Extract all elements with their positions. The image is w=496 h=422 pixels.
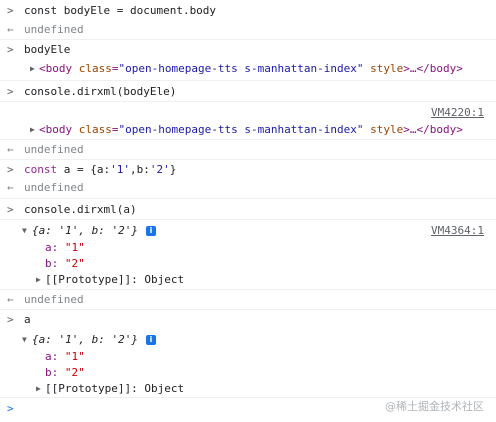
- result-arrow-icon: ←: [7, 181, 14, 194]
- code-string: '1': [110, 163, 130, 176]
- console-result-row: ← undefined: [0, 179, 496, 198]
- input-code[interactable]: bodyEle: [24, 43, 70, 57]
- console-prompt-row[interactable]: > @稀土掘金技术社区: [0, 397, 496, 422]
- attr-eq: =: [111, 62, 119, 75]
- prompt-icon: >: [7, 402, 14, 415]
- attr-value: "open-homepage-tts s-manhattan-index": [118, 123, 364, 136]
- input-code[interactable]: a: [24, 313, 31, 327]
- property-row: a: "1": [45, 241, 85, 255]
- prompt-icon: >: [7, 4, 14, 17]
- result-value: undefined: [24, 143, 84, 156]
- code-text: a = {a:: [57, 163, 111, 176]
- summary-value: '2': [111, 224, 132, 237]
- input-code[interactable]: console.dirxml(bodyEle): [24, 85, 176, 99]
- prompt-icon: >: [7, 43, 14, 56]
- summary-text: }: [131, 224, 138, 237]
- console-output-row: ▶ <body class="open-homepage-tts s-manha…: [0, 58, 496, 79]
- attr-style: style: [363, 123, 404, 136]
- expand-triangle-icon[interactable]: ▶: [30, 64, 35, 73]
- result-arrow-icon: ←: [7, 23, 14, 36]
- console-output-row: VM4364:1 ▼ {a: '1', b: '2'} i a: "1" b: …: [0, 219, 496, 289]
- console-input-row: > a: [0, 309, 496, 329]
- prompt-icon: >: [7, 85, 14, 98]
- console-input-row: > bodyEle: [0, 39, 496, 58]
- console-input-row: > const bodyEle = document.body: [0, 0, 496, 20]
- expand-triangle-icon[interactable]: ▶: [36, 384, 41, 393]
- prototype-row[interactable]: [[Prototype]]: Object: [45, 382, 184, 396]
- result-arrow-icon: ←: [7, 143, 14, 156]
- console-result-row: ← undefined: [0, 289, 496, 309]
- code-text: ,b:: [129, 163, 150, 176]
- console-result-row: ← undefined: [0, 20, 496, 39]
- tag-close: >…</body>: [403, 62, 463, 75]
- collapse-triangle-icon[interactable]: ▼: [22, 226, 27, 235]
- expand-triangle-icon[interactable]: ▶: [36, 275, 41, 284]
- property-key: a:: [45, 350, 59, 363]
- console-input-row: > console.dirxml(a): [0, 198, 496, 219]
- summary-value: '1': [58, 333, 79, 346]
- property-value: "1": [64, 350, 85, 363]
- summary-text: {a:: [32, 333, 59, 346]
- tag-close: >…</body>: [403, 123, 463, 136]
- console-input-row: > console.dirxml(bodyEle): [0, 80, 496, 101]
- summary-text: {a:: [32, 224, 59, 237]
- code-string: '2': [149, 163, 170, 176]
- object-summary[interactable]: {a: '1', b: '2'}: [32, 333, 138, 347]
- property-row: b: "2": [45, 366, 85, 380]
- property-key: a:: [45, 241, 59, 254]
- result-value: undefined: [24, 23, 84, 36]
- code-keyword: const: [24, 163, 58, 176]
- attr-eq: =: [111, 123, 119, 136]
- collapse-triangle-icon[interactable]: ▼: [22, 335, 27, 344]
- devtools-console: > const bodyEle = document.body ← undefi…: [0, 0, 496, 422]
- attr-style: style: [363, 62, 404, 75]
- console-result-row: ← undefined: [0, 139, 496, 159]
- prompt-icon: >: [7, 163, 14, 176]
- info-badge-icon[interactable]: i: [146, 335, 156, 345]
- summary-text: }: [131, 333, 138, 346]
- result-value: undefined: [24, 293, 84, 306]
- property-value: "1": [64, 241, 85, 254]
- object-summary[interactable]: {a: '1', b: '2'}: [32, 224, 138, 238]
- dom-node[interactable]: <body class="open-homepage-tts s-manhatt…: [39, 123, 463, 137]
- prototype-row[interactable]: [[Prototype]]: Object: [45, 273, 184, 287]
- input-code[interactable]: const bodyEle = document.body: [24, 4, 216, 18]
- result-arrow-icon: ←: [7, 293, 14, 306]
- console-output-row: ▼ {a: '1', b: '2'} i a: "1" b: "2" ▶ [[P…: [0, 329, 496, 397]
- info-badge-icon[interactable]: i: [146, 226, 156, 236]
- input-code[interactable]: const a = {a:'1',b:'2'}: [24, 163, 176, 177]
- prompt-icon: >: [7, 203, 14, 216]
- tag-open: <body: [39, 62, 79, 75]
- summary-value: '2': [111, 333, 132, 346]
- console-input-row: > const a = {a:'1',b:'2'}: [0, 159, 496, 179]
- attr-name: class: [78, 62, 112, 75]
- console-output-row: VM4220:1 ▶ <body class="open-homepage-tt…: [0, 101, 496, 139]
- expand-triangle-icon[interactable]: ▶: [30, 125, 35, 134]
- watermark: @稀土掘金技术社区: [385, 400, 484, 413]
- source-link[interactable]: VM4364:1: [431, 224, 484, 238]
- attr-value: "open-homepage-tts s-manhattan-index": [118, 62, 364, 75]
- property-value: "2": [64, 257, 85, 270]
- tag-open: <body: [39, 123, 79, 136]
- property-key: b:: [45, 257, 59, 270]
- source-link[interactable]: VM4220:1: [431, 106, 484, 120]
- dom-node[interactable]: <body class="open-homepage-tts s-manhatt…: [39, 62, 463, 76]
- property-value: "2": [64, 366, 85, 379]
- prompt-icon: >: [7, 313, 14, 326]
- property-key: b:: [45, 366, 59, 379]
- code-text: }: [169, 163, 177, 176]
- summary-text: , b:: [78, 224, 112, 237]
- summary-text: , b:: [78, 333, 112, 346]
- attr-name: class: [78, 123, 112, 136]
- result-value: undefined: [24, 181, 84, 194]
- input-code[interactable]: console.dirxml(a): [24, 203, 137, 217]
- summary-value: '1': [58, 224, 79, 237]
- property-row: a: "1": [45, 350, 85, 364]
- property-row: b: "2": [45, 257, 85, 271]
